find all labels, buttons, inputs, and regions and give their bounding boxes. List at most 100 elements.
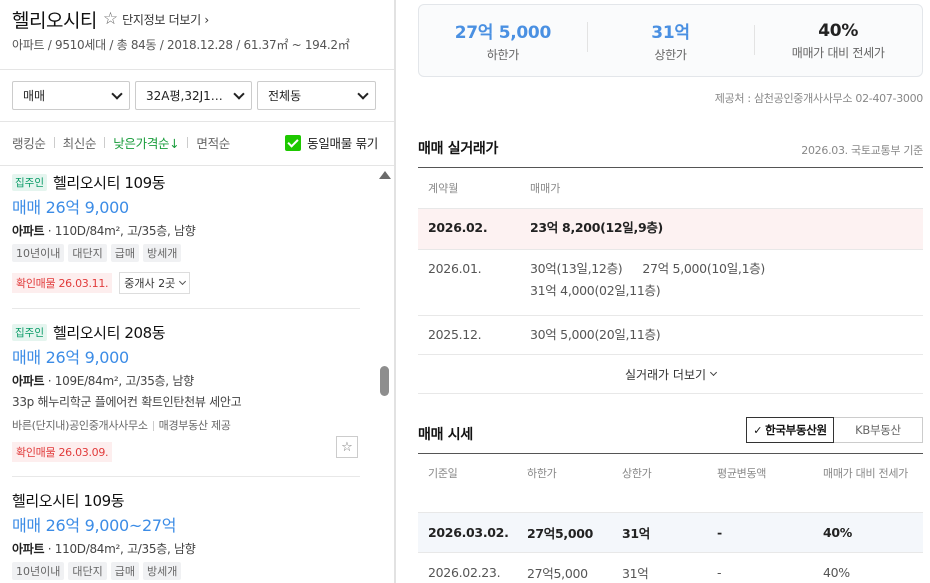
market-table-header: 기준일 하한가 상한가 평균변동액 매매가 대비 전세가 [418,454,923,512]
complex-header: 헬리오시티 ☆ 단지정보 더보기 › 아파트 / 9510세대 / 총 84동 … [12,6,394,53]
chevron-down-icon [357,87,369,100]
col-price: 매매가 [530,182,561,195]
listing-price: 매매 26억 9,000 [12,348,129,367]
chevron-down-icon [179,277,187,286]
market-table: 기준일 하한가 상한가 평균변동액 매매가 대비 전세가 2026.03.02.… [418,453,923,583]
col-month: 계약월 [428,182,459,195]
sort-area[interactable]: 면적순 [196,133,230,152]
tag: 대단지 [68,244,107,262]
deal-month: 2026.02. [428,220,488,235]
summary-high: 31억 상한가 [586,18,755,63]
listing-tags: 10년이내 대단지 급매 방세개 [12,244,376,262]
sort-ranking[interactable]: 랭킹순 [12,133,46,152]
deal-month: 2026.01. [428,261,482,276]
price-summary-box: 27억 5,000 하한가 31억 상한가 40% 매매가 대비 전세가 [418,4,923,77]
listing-price: 매매 26억 9,000 [12,198,129,217]
cell: 2026.02.23. [428,565,501,580]
deal-prices: 23억 8,200(12일,9층) [530,220,663,235]
listing-price: 매매 26억 9,000~27억 [12,516,177,535]
separator [104,137,106,148]
listing-name[interactable]: 헬리오시티 109동 [53,172,166,193]
sort-bar: 랭킹순 최신순 낮은가격순↓ 면적순 동일매물 묶기 [12,133,378,152]
jeonse-ratio-value: 40% [818,20,859,41]
agents-dropdown[interactable]: 중개사 2곳 [119,272,191,294]
deal-prices: 30억(13일,12층) 27억 5,000(10일,1층) 31억 4,000(0… [530,261,766,298]
divider [12,308,360,309]
chevron-down-icon [710,368,718,377]
favorite-star-icon[interactable]: ☆ [336,436,358,458]
scroll-thumb[interactable] [380,366,389,396]
checkbox-checked-icon[interactable] [285,134,302,151]
col-jeonse-ratio: 매매가 대비 전세가 [823,467,908,480]
tab-reb[interactable]: ✓ 한국부동산원 [746,417,834,443]
separator [187,137,189,148]
sort-latest[interactable]: 최신순 [63,133,97,152]
provider-info: 제공처 : 삼천공인중개사사무소 02-407-3000 [714,92,924,105]
list-item[interactable]: 헬리오시티 109동 매매 26억 9,000~27억 아파트 · 110D/8… [0,490,376,580]
listing-list: 집주인 헬리오시티 109동 매매 26억 9,000 아파트 · 110D/8… [0,166,376,583]
summary-ratio: 40% 매매가 대비 전세가 [754,21,922,61]
owner-badge: 집주인 [12,323,47,341]
cell: 27억5,000 [527,526,594,541]
listing-name[interactable]: 헬리오시티 208동 [53,322,166,343]
cell: 40% [823,525,853,540]
table-row: 2026.03.02. 27억5,000 31억 - 40% [418,513,923,552]
scroll-up-icon[interactable] [379,171,391,179]
complex-subinfo: 아파트 / 9510세대 / 총 84동 / 2018.12.28 / 61.3… [12,38,350,52]
list-item[interactable]: 집주인 헬리오시티 109동 매매 26억 9,000 아파트 · 110D/8… [0,172,376,294]
trade-type-select[interactable]: 매매 [12,81,130,110]
chevron-down-icon [111,87,123,100]
low-price-label: 하한가 [486,48,520,62]
filter-bar: 매매 32A평,32J1… 전체동 [12,81,376,110]
deal-prices: 30억 5,000(20일,11층) [530,327,661,342]
tag: 급매 [110,244,139,262]
list-scrollbar[interactable] [376,166,394,583]
complex-info-link[interactable]: 단지정보 더보기 › [122,11,209,28]
col-low: 하한가 [527,467,557,480]
same-listing-toggle[interactable]: 동일매물 묶기 [285,133,378,152]
summary-low: 27억 5,000 하한가 [419,18,587,63]
tab-kb[interactable]: KB부동산 [834,417,923,443]
favorite-star-icon[interactable]: ☆ [103,9,118,29]
cell: 31억 [622,566,649,581]
listing-panel: 헬리오시티 ☆ 단지정보 더보기 › 아파트 / 9510세대 / 총 84동 … [0,0,394,583]
confirm-badge: 확인매물 26.03.09. [12,442,113,462]
listing-name[interactable]: 헬리오시티 109동 [12,490,125,511]
cell: 40% [823,565,850,580]
agent-name[interactable]: 바른(단지내)공인중개사사무소 [12,419,148,432]
check-icon: ✓ [753,423,763,437]
table-row: 2026.01. 30억(13일,12층) 27억 5,000(10일,1층) 31… [418,250,923,315]
list-item[interactable]: 집주인 헬리오시티 208동 매매 26억 9,000 아파트 · 109E/8… [0,322,376,462]
listing-tags: 10년이내 대단지 급매 방세개 [12,562,376,580]
deal-table-header: 계약월 매매가 [418,168,923,208]
owner-badge: 집주인 [12,173,47,191]
agent-provider: 매경부동산 제공 [158,419,231,432]
deal-table: 계약월 매매가 2026.02. 23억 8,200(12일,9층) 2026.… [418,167,923,394]
agent-line: 바른(단지내)공인중개사사무소 매경부동산 제공 [12,417,376,433]
divider [0,69,394,70]
building-select[interactable]: 전체동 [257,81,376,110]
tag: 대단지 [68,562,107,580]
cell: - [717,565,722,580]
deal-month: 2025.12. [428,327,482,342]
cell: 31억 [622,526,650,541]
area-select[interactable]: 32A평,32J1… [135,81,252,110]
divider [12,476,360,477]
listing-spec: 아파트 · 109E/84m², 고/35층, 남향 [12,374,194,388]
divider [0,121,394,122]
table-row: 2026.02. 23억 8,200(12일,9층) [418,209,923,249]
cell: 2026.03.02. [428,525,509,540]
tag: 방세개 [142,244,182,262]
deal-section-title: 매매 실거래가 [418,141,499,157]
chevron-down-icon [233,87,245,100]
deal-more-button[interactable]: 실거래가 더보기 [418,355,923,393]
tag: 급매 [110,562,139,580]
market-source-tabs: ✓ 한국부동산원 KB부동산 [746,417,923,443]
separator [53,137,55,148]
complex-title: 헬리오시티 [12,9,97,32]
listing-spec: 아파트 · 110D/84m², 고/35층, 남향 [12,542,196,556]
listing-spec: 아파트 · 110D/84m², 고/35층, 남향 [12,224,196,238]
tag: 방세개 [142,562,182,580]
confirm-badge: 확인매물 26.03.11. [12,273,113,293]
sort-low-price[interactable]: 낮은가격순↓ [113,133,179,152]
